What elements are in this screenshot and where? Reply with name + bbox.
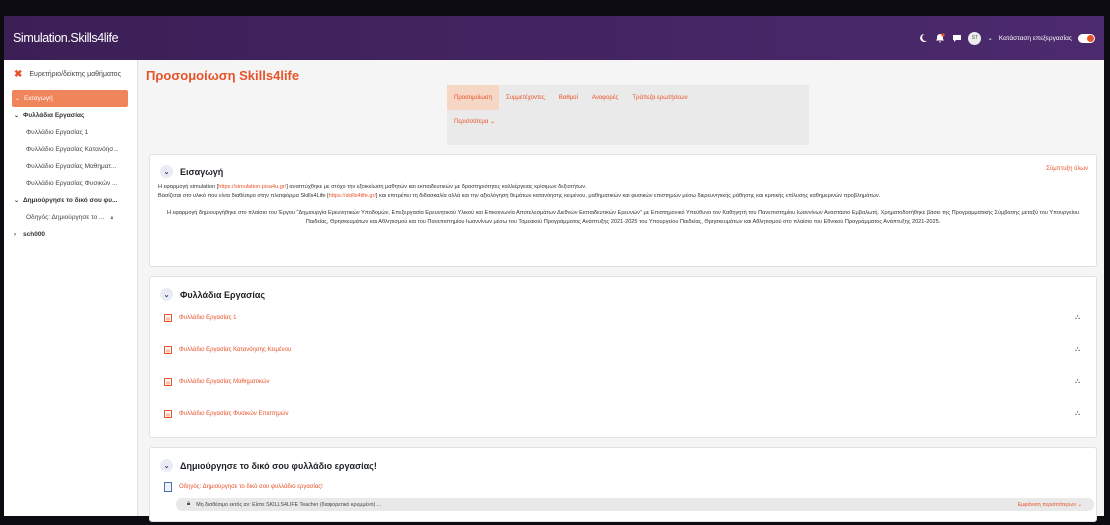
simulation-link[interactable]: https://simulation.pisa4u.gr/ <box>218 184 286 190</box>
activity-worksheet-math[interactable]: ▤ Φυλλάδιο Εργασίας Μαθηματικών ⛬ <box>164 375 1092 389</box>
show-more-label: Εμφάνιση περισσότερων <box>1017 501 1077 508</box>
tab-more[interactable]: Περισσότερα ⌄ <box>454 118 495 125</box>
text: ] και επιτρέπει τη διδασκαλία αλλά και τ… <box>375 193 881 199</box>
section-worksheets: ⌄ Φυλλάδια Εργασίας ▤ Φυλλάδιο Εργασίας … <box>149 276 1097 438</box>
sidebar-item-create-own[interactable]: ⌄ Δημιούργησε το δικό σου φυ... <box>4 192 137 209</box>
course-index-title: Ευρετήριο/δείκτης μαθήματος <box>29 70 121 78</box>
top-navbar: Simulation.Skills4life ST ⌄ Κατάσταση επ… <box>4 16 1104 60</box>
sidebar-item-worksheets[interactable]: ⌄ Φυλλάδια Εργασίας <box>4 107 137 124</box>
sidebar-item-label: Φυλλάδιο Εργασίας 1 <box>26 129 89 136</box>
share-icon[interactable]: ⛬ <box>1075 410 1080 418</box>
course-index-sidebar: ✖ Ευρετήριο/δείκτης μαθήματος ⌄ Εισαγωγή… <box>4 60 138 516</box>
worksheet-icon: ▤ <box>164 314 172 322</box>
edit-mode-label: Κατάσταση επεξεργασίας <box>998 34 1072 42</box>
section-create-own: ⌄ Δημιούργησε το δικό σου φυλλάδιο εργασ… <box>149 447 1097 522</box>
chevron-right-icon[interactable]: › <box>14 232 23 238</box>
section-intro: ⌄ Εισαγωγή Σύμπτυξη όλων Η εφαρμογή simu… <box>149 154 1097 267</box>
sidebar-item-sch000[interactable]: › sch000 <box>4 226 137 243</box>
show-more-link[interactable]: Εμφάνιση περισσότερων ⌄ <box>1018 502 1082 508</box>
section-title: Δημιούργησε το δικό σου φυλλάδιο εργασία… <box>180 461 377 471</box>
moon-icon[interactable] <box>917 33 928 44</box>
text: ] αναπτύχθηκε με στόχο την εξοικείωση μα… <box>286 184 587 190</box>
chevron-down-icon[interactable]: ⌄ <box>14 197 23 204</box>
intro-paragraph-3: Η εφαρμογή δημιουργήθηκε στο πλαίσιο του… <box>166 210 1080 225</box>
worksheet-icon: ▤ <box>164 346 172 354</box>
edit-mode-toggle[interactable] <box>1078 33 1095 43</box>
intro-paragraph-1: Η εφαρμογή simulation [https://simulatio… <box>158 183 1088 192</box>
tab-grades[interactable]: Βαθμοί <box>552 85 585 110</box>
section-title: Εισαγωγή <box>180 167 224 177</box>
sidebar-item-label: Εισαγωγή <box>24 95 53 102</box>
chevron-down-icon: ⌄ <box>1077 501 1082 508</box>
activity-name[interactable]: Οδηγός: Δημιούργησε το δικό σου φυλλάδιο… <box>179 484 323 490</box>
tab-participants[interactable]: Συμμετέχοντες <box>499 85 552 110</box>
bell-icon[interactable] <box>934 33 945 44</box>
sidebar-item-label: Οδηγός: Δημιούργησε το ... <box>26 214 105 221</box>
share-icon[interactable]: ⛬ <box>1075 378 1080 386</box>
text: Η εφαρμογή simulation [ <box>158 184 219 190</box>
window-frame-top <box>0 0 1110 16</box>
sidebar-item-worksheet-1[interactable]: Φυλλάδιο Εργασίας 1 <box>4 124 137 141</box>
activity-worksheet-science[interactable]: ▤ Φυλλάδιο Εργασίας Φυσικών Επιστημών ⛬ <box>164 407 1092 421</box>
page-icon <box>164 482 172 492</box>
chat-icon[interactable] <box>951 33 962 44</box>
collapse-all-link[interactable]: Σύμπτυξη όλων <box>1046 166 1088 172</box>
share-icon[interactable]: ⛬ <box>1075 346 1080 354</box>
sidebar-item-intro[interactable]: ⌄ Εισαγωγή <box>12 90 128 107</box>
skills4life-link[interactable]: https://skills4life.gr/ <box>329 193 376 199</box>
sidebar-item-worksheet-science[interactable]: Φυλλάδιο Εργασίας Φυσικών ... <box>4 175 137 192</box>
restriction-text: Μη διαθέσιμο εκτός αν: Είστε SKILLS4LIFE… <box>196 501 382 508</box>
sidebar-item-label: Φυλλάδια Εργασίας <box>23 112 85 119</box>
activity-worksheet-1[interactable]: ▤ Φυλλάδιο Εργασίας 1 ⛬ <box>164 311 1092 325</box>
secondary-navigation: Προσομοίωση Συμμετέχοντες Βαθμοί Αναφορέ… <box>447 85 809 145</box>
sidebar-item-worksheet-math[interactable]: Φυλλάδιο Εργασίας Μαθηματ... <box>4 158 137 175</box>
tab-simulation[interactable]: Προσομοίωση <box>447 85 499 110</box>
main-content: Προσομοίωση Skills4life Προσομοίωση Συμμ… <box>138 60 1104 522</box>
navbar-actions: ST ⌄ Κατάσταση επεξεργασίας <box>917 30 1095 46</box>
activity-worksheet-reading[interactable]: ▤ Φυλλάδιο Εργασίας Κατανόησης Κειμένου … <box>164 343 1092 357</box>
sidebar-item-label: Δημιούργησε το δικό σου φυ... <box>23 197 118 204</box>
activity-name[interactable]: Φυλλάδιο Εργασίας 1 <box>179 315 236 321</box>
activity-name[interactable]: Φυλλάδιο Εργασίας Μαθηματικών <box>179 379 269 385</box>
chevron-down-icon[interactable]: ⌄ <box>160 459 173 472</box>
sidebar-item-label: sch000 <box>23 231 46 238</box>
lock-icon: 🔒︎ <box>110 214 114 221</box>
text: Βασίζεται στο υλικό που είναι διαθέσιμο … <box>158 193 329 199</box>
page-title: Προσομοίωση Skills4life <box>146 68 300 83</box>
sidebar-item-label: Φυλλάδιο Εργασίας Φυσικών ... <box>26 180 118 187</box>
intro-paragraph-2: Βασίζεται στο υλικό που είναι διαθέσιμο … <box>158 192 1088 201</box>
avatar[interactable]: ST <box>968 31 982 45</box>
tab-question-bank[interactable]: Τράπεζα ερωτήσεων <box>625 85 694 110</box>
chevron-down-icon[interactable]: ⌄ <box>160 165 173 178</box>
sidebar-item-label: Φυλλάδιο Εργασίας Μαθηματ... <box>26 163 117 170</box>
chevron-down-icon[interactable]: ⌄ <box>15 95 24 102</box>
sidebar-item-guide[interactable]: Οδηγός: Δημιούργησε το ... 🔒︎ <box>4 209 137 226</box>
activity-name[interactable]: Φυλλάδιο Εργασίας Φυσικών Επιστημών <box>179 411 288 417</box>
chevron-down-icon[interactable]: ⌄ <box>14 112 23 119</box>
chevron-down-icon[interactable]: ⌄ <box>987 34 992 42</box>
activity-guide[interactable]: Οδηγός: Δημιούργησε το δικό σου φυλλάδιο… <box>164 480 1092 494</box>
window-frame-right <box>1104 16 1110 516</box>
course-index-header: ✖ Ευρετήριο/δείκτης μαθήματος <box>4 60 137 88</box>
share-icon[interactable]: ⛬ <box>1075 314 1080 322</box>
worksheet-icon: ▤ <box>164 410 172 418</box>
sidebar-item-label: Φυλλάδιο Εργασίας Κατανόησ... <box>26 146 119 153</box>
worksheet-icon: ▤ <box>164 378 172 386</box>
close-icon[interactable]: ✖ <box>14 69 22 80</box>
activity-name[interactable]: Φυλλάδιο Εργασίας Κατανόησης Κειμένου <box>179 347 291 353</box>
site-brand[interactable]: Simulation.Skills4life <box>13 31 119 45</box>
sidebar-item-worksheet-reading[interactable]: Φυλλάδιο Εργασίας Κατανόησ... <box>4 141 137 158</box>
chevron-down-icon[interactable]: ⌄ <box>160 288 173 301</box>
lock-icon: 🔒︎ <box>187 501 191 507</box>
tab-reports[interactable]: Αναφορές <box>585 85 626 110</box>
section-title: Φυλλάδια Εργασίας <box>180 290 266 300</box>
restriction-badge: 🔒︎ Μη διαθέσιμο εκτός αν: Είστε SKILLS4L… <box>176 498 1094 511</box>
